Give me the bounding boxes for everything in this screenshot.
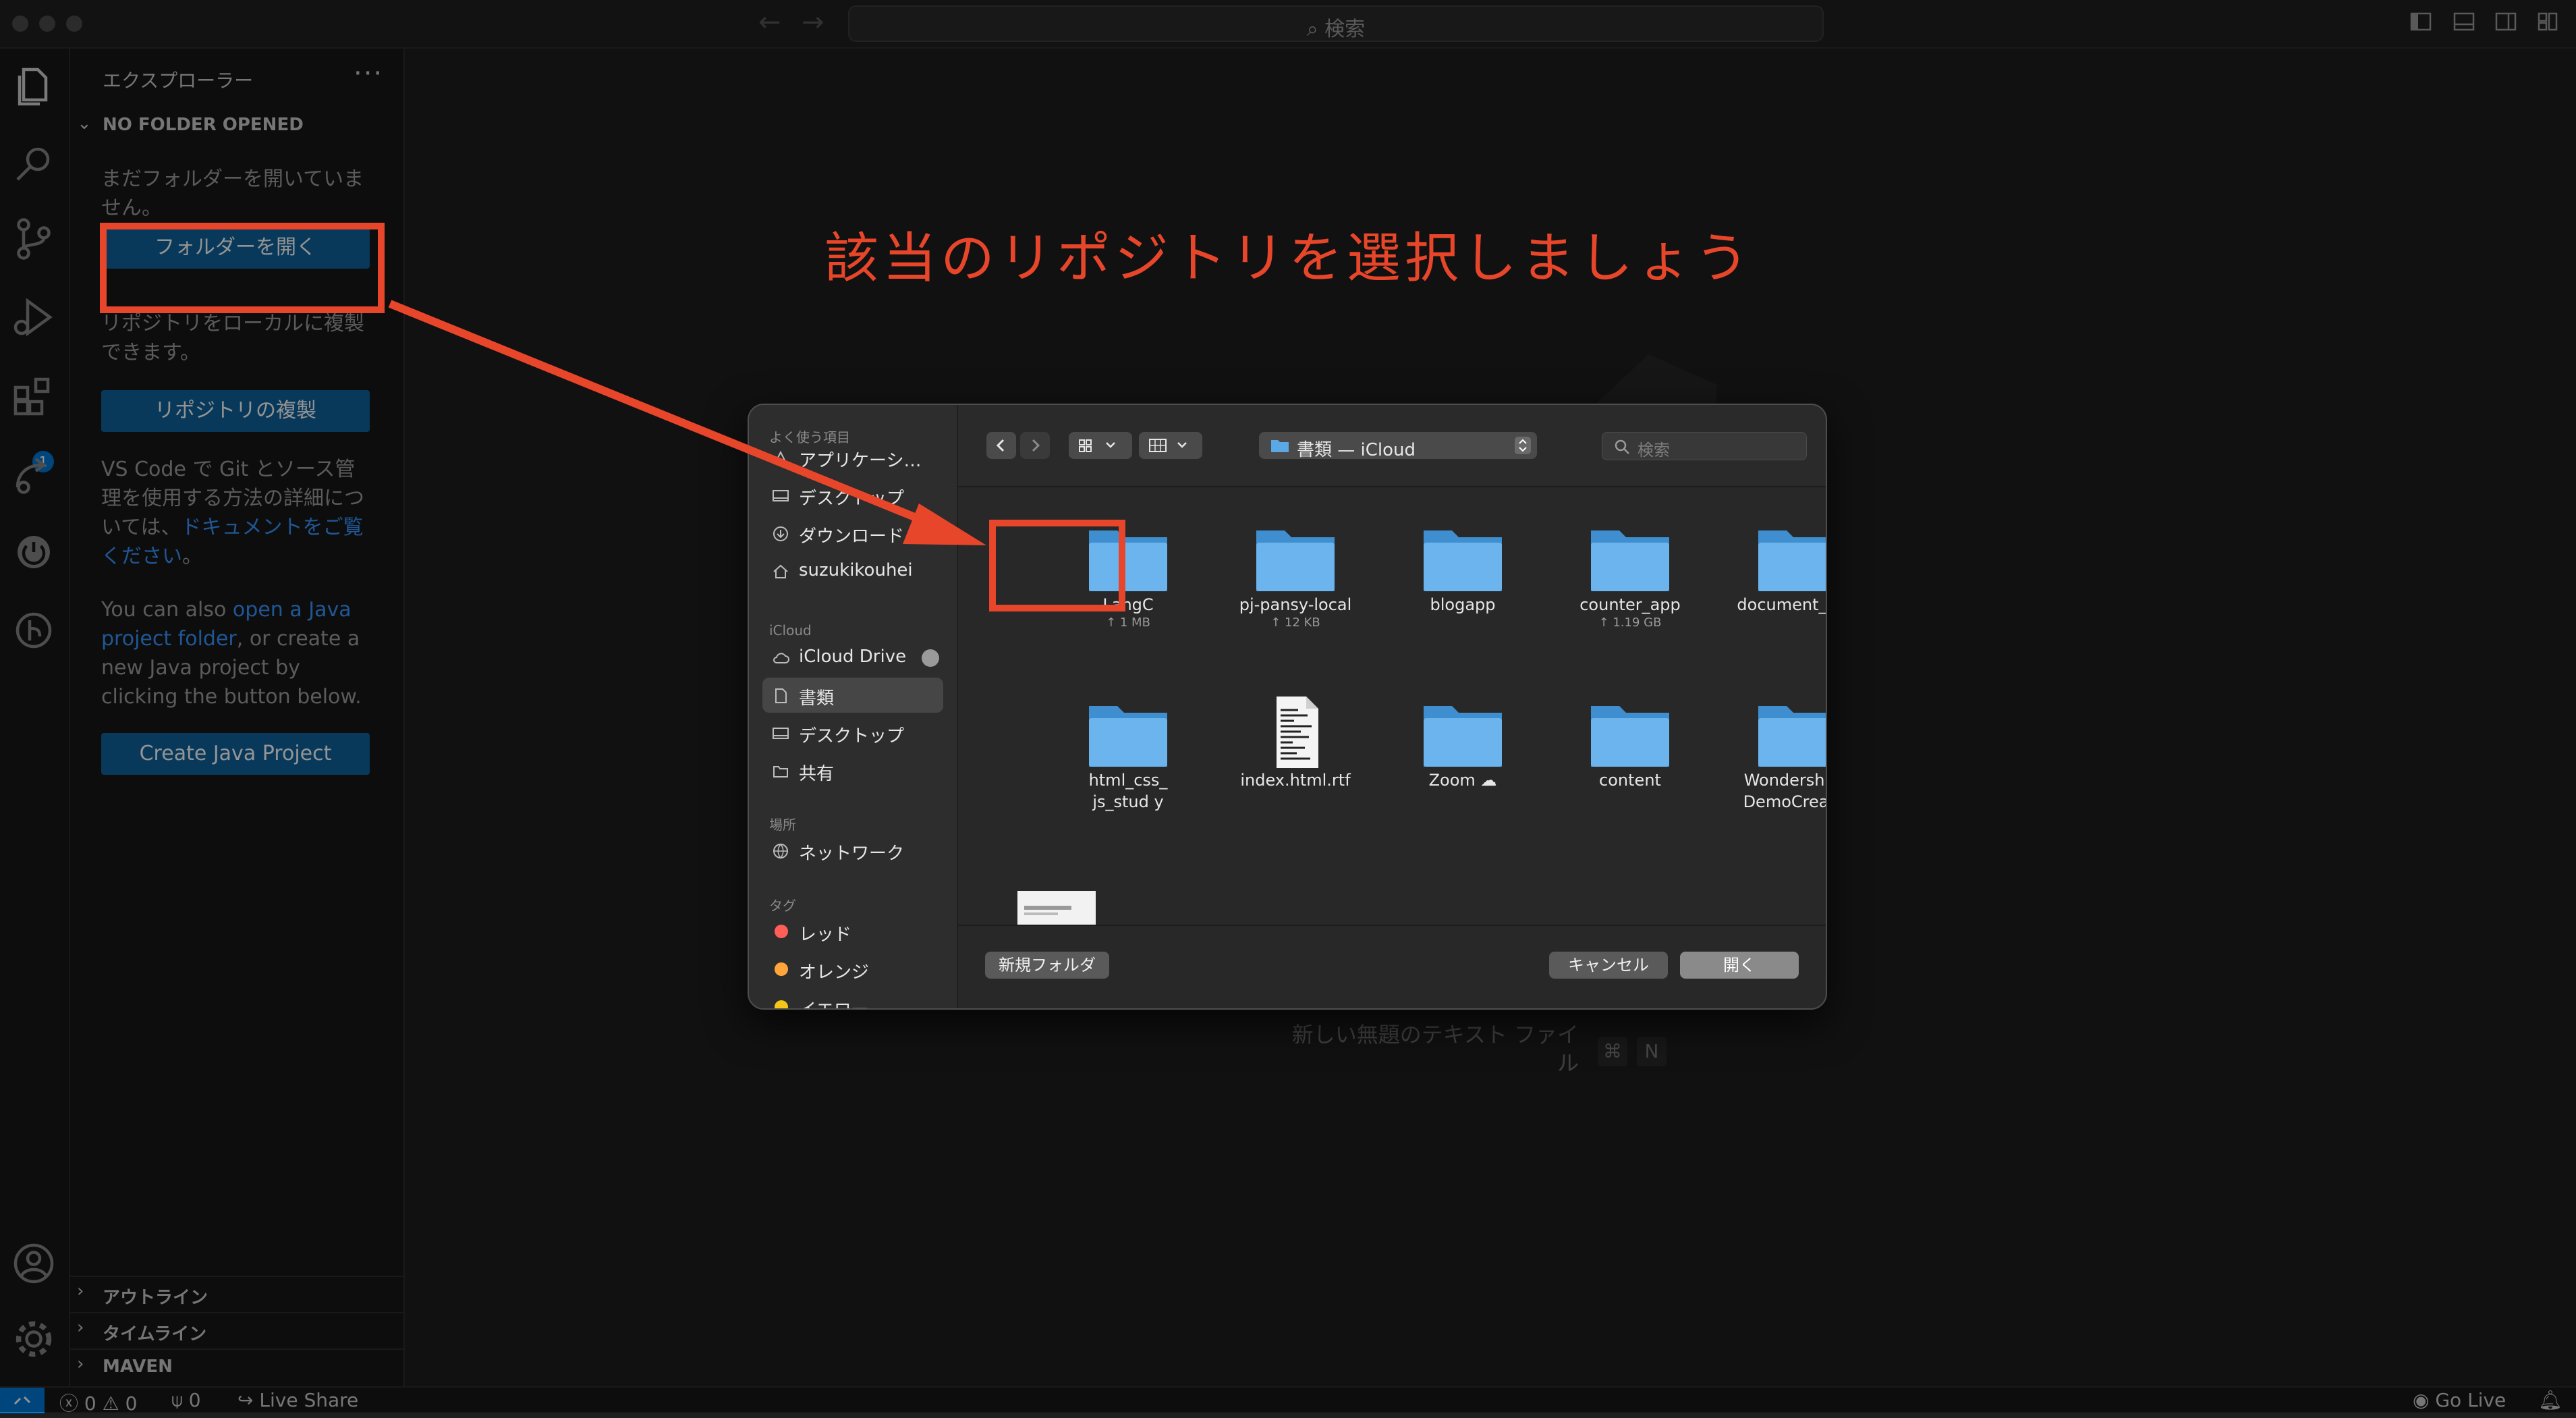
annotation-arrow	[388, 300, 986, 545]
arrow-head-icon	[903, 503, 986, 545]
